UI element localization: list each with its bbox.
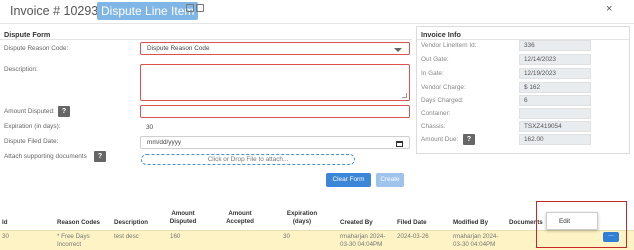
clear-form-button[interactable]: Clear Form (326, 173, 371, 187)
filed-date-input[interactable]: mm/dd/yyyy (140, 136, 410, 149)
chassis-value: TSXZ419054 (519, 121, 591, 132)
copy-icon[interactable] (186, 4, 194, 12)
cell-created-by: rmaharjan 2024-03-30 04:04PM (340, 233, 386, 248)
col-id: Id (2, 219, 8, 226)
cell-filed-date: 2024-03-26 (397, 233, 429, 240)
vendor-lineitem-id-value: 336 (519, 40, 591, 51)
help-icon[interactable]: ? (94, 151, 106, 162)
cell-amount-disputed: 160 (170, 233, 181, 240)
create-button[interactable]: Create (376, 173, 404, 187)
amount-due-label: Amount Due: (421, 136, 459, 143)
cell-modified-by: rmaharjan 2024-03-30 04:04PM (453, 233, 499, 248)
help-icon[interactable]: ? (58, 106, 70, 117)
resize-grip-icon[interactable] (402, 93, 407, 98)
help-icon[interactable]: ? (463, 134, 475, 145)
close-button[interactable]: × (606, 3, 612, 15)
filed-date-placeholder: mm/dd/yyyy (147, 139, 182, 146)
calendar-icon[interactable] (396, 141, 403, 147)
vendor-charge-label: Vendor Charge: (421, 84, 466, 91)
expiration-input[interactable]: 30 (140, 121, 410, 133)
external-link-icon[interactable] (196, 4, 204, 12)
col-amount-accepted: Amount Accepted (226, 210, 254, 225)
attach-documents-label: Attach supporting documents (4, 153, 87, 160)
amount-disputed-label: Amount Disputed: (4, 108, 55, 115)
cell-description: test desc (114, 233, 139, 240)
description-textarea[interactable] (140, 64, 410, 101)
cell-id: 30 (2, 233, 9, 240)
out-gate-value: 12/14/2023 (519, 54, 591, 65)
vendor-charge-value: $ 162 (519, 82, 591, 93)
container-label: Container: (421, 110, 451, 117)
chassis-label: Chassis: (421, 123, 446, 130)
invoice-info-panel: Invoice Info Vendor LineItem Id: 336 Out… (416, 26, 630, 154)
col-description: Description (114, 219, 149, 226)
container-value (519, 108, 591, 119)
header-icons (186, 4, 204, 12)
expiration-value: 30 (146, 123, 154, 131)
description-label: Description: (4, 66, 38, 73)
col-amount-disputed: Amount Disputed (169, 210, 197, 225)
reason-code-label: Dispute Reason Code: (4, 45, 69, 52)
col-reason-codes: Reason Codes (57, 219, 100, 226)
divider (0, 39, 412, 40)
col-filed-date: Filed Date (397, 219, 427, 226)
modal-header: Invoice # 10293384 Dispute Line Item × (0, 0, 634, 24)
in-gate-value: 12/19/2023 (519, 68, 591, 79)
col-expiration: Expiration (days) (286, 210, 318, 225)
reason-code-select[interactable]: Dispute Reason Code (140, 42, 410, 55)
vendor-lineitem-id-label: Vendor LineItem Id: (421, 42, 477, 49)
chevron-down-icon (394, 48, 402, 52)
days-charged-label: Days Charged: (421, 97, 464, 104)
expiration-label: Expiration (in days): (4, 123, 61, 130)
cell-reason-codes: * Free Days Incorrect (57, 233, 90, 248)
col-created-by: Created By (340, 219, 373, 226)
dispute-form: Dispute Form Dispute Reason Code: Disput… (0, 26, 412, 194)
amount-due-value: 162.00 (519, 134, 591, 145)
col-modified-by: Modified By (453, 219, 489, 226)
cell-expiration: 30 (283, 233, 290, 240)
amount-disputed-input[interactable] (140, 105, 410, 118)
in-gate-label: In Gate: (421, 70, 444, 77)
days-charged-value: 6 (519, 95, 591, 106)
file-drop-zone[interactable]: Click or Drop File to attach... (141, 154, 355, 165)
dispute-form-title: Dispute Form (4, 30, 51, 39)
out-gate-label: Out Gate: (421, 56, 449, 63)
invoice-info-title: Invoice Info (421, 30, 461, 39)
reason-code-value: Dispute Reason Code (147, 45, 210, 52)
annotation-highlight-box (536, 201, 627, 248)
dispute-line-item-badge: Dispute Line Item (97, 2, 199, 20)
filed-date-label: Dispute Filed Date: (4, 138, 59, 145)
